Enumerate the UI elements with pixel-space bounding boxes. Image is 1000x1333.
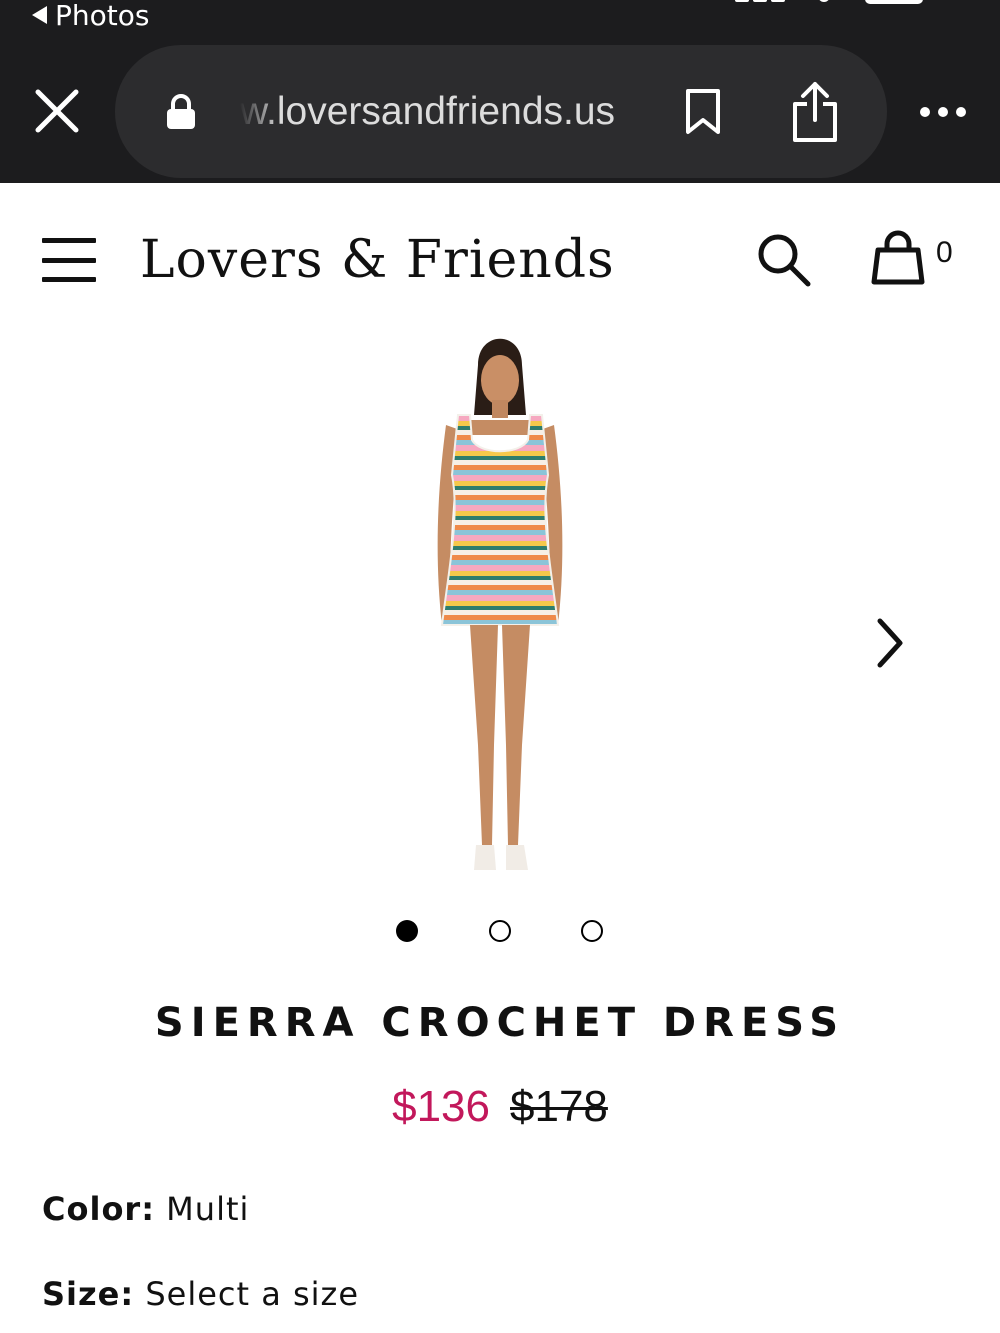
- back-to-photos-button[interactable]: Photos: [32, 0, 150, 32]
- size-label: Size:: [42, 1275, 135, 1313]
- bookmark-icon[interactable]: [684, 88, 722, 136]
- carousel-dot-2[interactable]: [489, 920, 511, 942]
- menu-icon[interactable]: [42, 238, 96, 282]
- back-label: Photos: [55, 0, 150, 32]
- shopping-bag-icon[interactable]: [870, 230, 926, 286]
- cart-count: 0: [936, 236, 953, 269]
- url-fade: [240, 87, 280, 137]
- search-icon[interactable]: [756, 232, 812, 288]
- battery-icon: [865, 0, 923, 4]
- original-price: $178: [510, 1082, 608, 1131]
- size-selector[interactable]: Size: Select a size: [42, 1275, 359, 1313]
- chevron-right-icon[interactable]: [870, 615, 910, 671]
- carousel-dot-3[interactable]: [581, 920, 603, 942]
- cellular-signal-icon: [735, 0, 785, 2]
- wifi-icon: [818, 0, 830, 2]
- url-text[interactable]: w.loversandfriends.us: [240, 87, 650, 137]
- carousel-dot-1[interactable]: [396, 920, 418, 942]
- share-icon[interactable]: [789, 80, 841, 144]
- lock-icon: [167, 94, 195, 129]
- product-title: SIERRA CROCHET DRESS: [154, 1000, 846, 1046]
- size-value[interactable]: Select a size: [145, 1275, 359, 1313]
- color-row: Color: Multi: [42, 1190, 249, 1228]
- back-triangle-icon: [32, 6, 47, 24]
- product-image[interactable]: [380, 325, 620, 885]
- close-icon[interactable]: [30, 84, 84, 138]
- color-label: Color:: [42, 1190, 155, 1228]
- color-value: Multi: [166, 1190, 250, 1228]
- more-icon[interactable]: [920, 100, 966, 124]
- site-logo[interactable]: Lovers & Friends: [140, 225, 615, 295]
- browser-chrome: Photos w.loversandfriends.us: [0, 0, 1000, 183]
- price-row: $136 $178: [0, 1082, 1000, 1132]
- sale-price: $136: [392, 1082, 490, 1131]
- carousel-dots: [396, 918, 606, 944]
